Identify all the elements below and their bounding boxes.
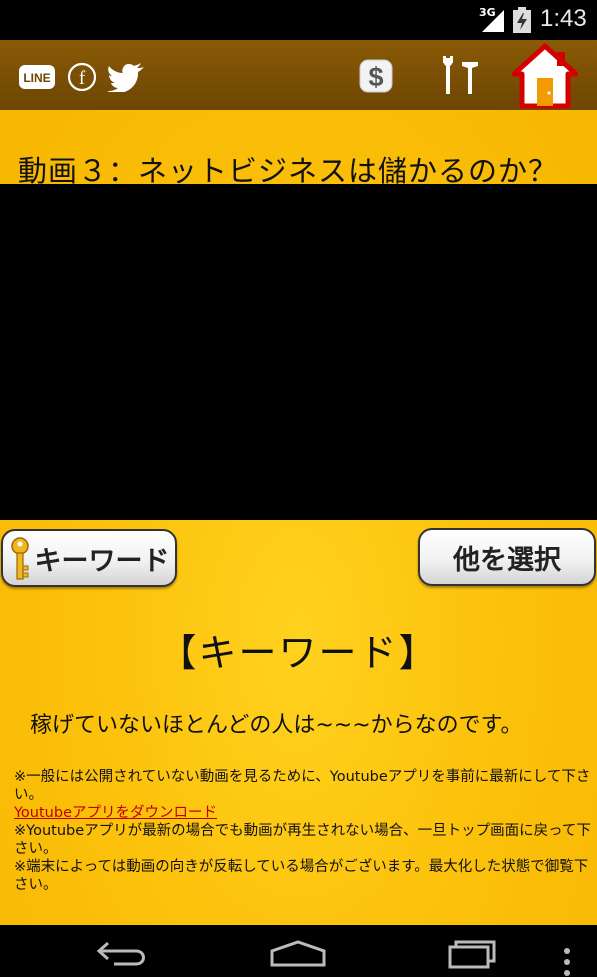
youtube-download-link[interactable]: Youtubeアプリをダウンロード <box>14 805 217 821</box>
facebook-icon-label: f <box>79 68 86 89</box>
dollar-icon-label: $ <box>368 62 383 92</box>
home-button[interactable] <box>512 42 578 110</box>
navigation-bar <box>0 925 597 977</box>
recent-apps-icon[interactable] <box>448 937 500 969</box>
twitter-share-button[interactable] <box>106 62 146 92</box>
keyword-button-label: キーワード <box>34 545 170 577</box>
video-player[interactable] <box>0 184 597 520</box>
home-nav-icon[interactable] <box>270 939 326 967</box>
select-other-button-label: 他を選択 <box>453 544 561 576</box>
battery-icon <box>513 7 531 33</box>
top-toolbar: LINE f $ <box>0 40 597 110</box>
key-icon <box>11 537 29 580</box>
twitter-icon <box>107 63 144 92</box>
line-icon: LINE <box>19 65 55 89</box>
main-content: 動画３：ネットビジネスは儲かるのか？ キーワード 他を選択 【キーワード】 稼げ… <box>0 110 597 925</box>
note-update-app: ※一般には公開されていない動画を見るために、Youtubeアプリを事前に最新にし… <box>14 769 591 803</box>
note-return-top: ※Youtubeアプリが最新の場合でも動画が再生されない場合、一旦トップ画面に戻… <box>14 823 591 857</box>
purchase-button[interactable]: $ <box>358 58 394 94</box>
select-other-button[interactable]: 他を選択 <box>418 528 596 586</box>
note-orientation: ※端末によっては動画の向きが反転している場合がございます。最大化した状態で御覧下… <box>14 859 589 893</box>
home-icon <box>512 43 578 109</box>
dollar-icon: $ <box>359 59 393 93</box>
facebook-share-button[interactable]: f <box>67 62 97 92</box>
facebook-icon: f <box>67 62 97 92</box>
line-share-button[interactable]: LINE <box>18 64 56 90</box>
status-bar: 3G 1:43 <box>0 0 597 40</box>
signal-icon <box>482 10 504 32</box>
settings-button[interactable] <box>438 56 482 96</box>
tools-icon <box>443 56 478 94</box>
keyword-button[interactable]: キーワード <box>1 529 177 587</box>
keyword-text: 稼げていないほとんどの人は~~~からなのです。 <box>30 713 523 738</box>
back-icon[interactable] <box>96 939 150 967</box>
line-icon-label: LINE <box>23 71 50 85</box>
keyword-heading: 【キーワード】 <box>158 631 439 675</box>
notes: ※一般には公開されていない動画を見るために、Youtubeアプリを事前に最新にし… <box>14 768 594 894</box>
clock: 1:43 <box>540 5 587 32</box>
overflow-menu-icon[interactable] <box>563 947 571 977</box>
